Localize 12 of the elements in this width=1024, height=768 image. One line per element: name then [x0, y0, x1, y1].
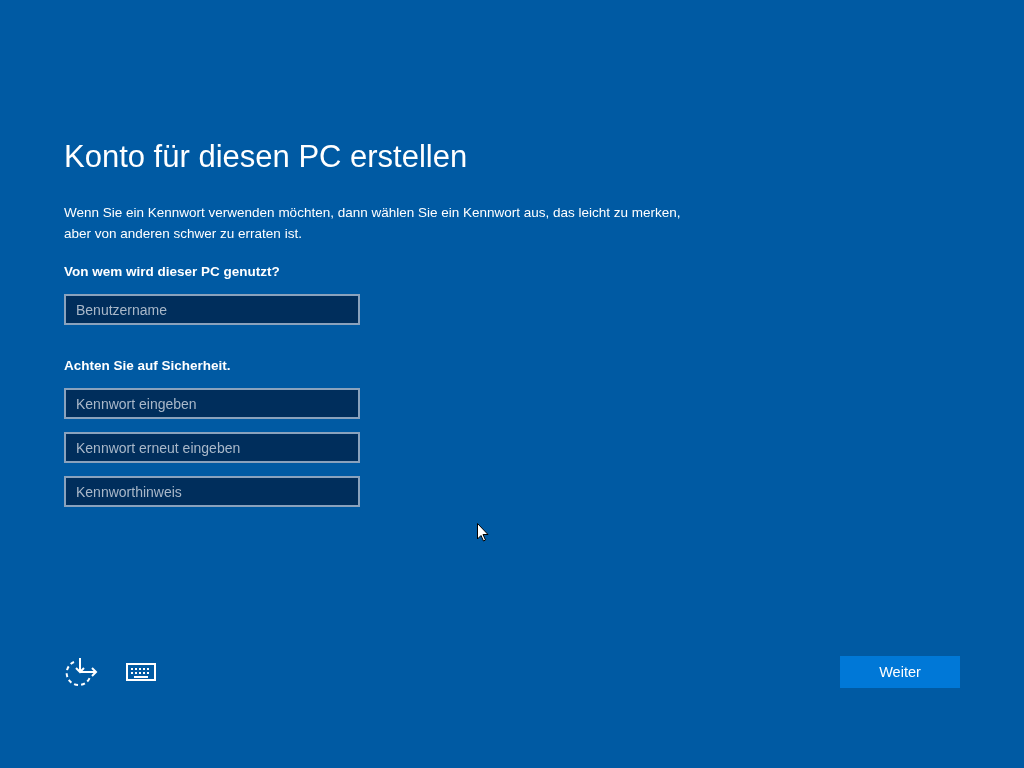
keyboard-icon[interactable]: [126, 663, 156, 681]
input-field[interactable]: Benutzername: [64, 294, 360, 325]
input-field[interactable]: Kennworthinweis: [64, 476, 360, 507]
input-field[interactable]: Kennwort erneut eingeben: [64, 432, 360, 463]
accessibility-icon[interactable]: [64, 657, 98, 687]
section-heading: Achten Sie auf Sicherheit.: [64, 357, 231, 375]
next-button[interactable]: Weiter: [840, 656, 960, 688]
section-heading: Von wem wird dieser PC genutzt?: [64, 263, 280, 281]
input-field[interactable]: Kennwort eingeben: [64, 388, 360, 419]
intro-text: Wenn Sie ein Kennwort verwenden möchten, dann wählen Sie ein Kennwort aus, das leicht zu merken, aber von anderen schwer zu erraten ist.: [64, 204, 681, 243]
mouse-pointer-icon: [477, 523, 489, 542]
page-title: Konto für diesen PC erstellen: [64, 138, 469, 176]
